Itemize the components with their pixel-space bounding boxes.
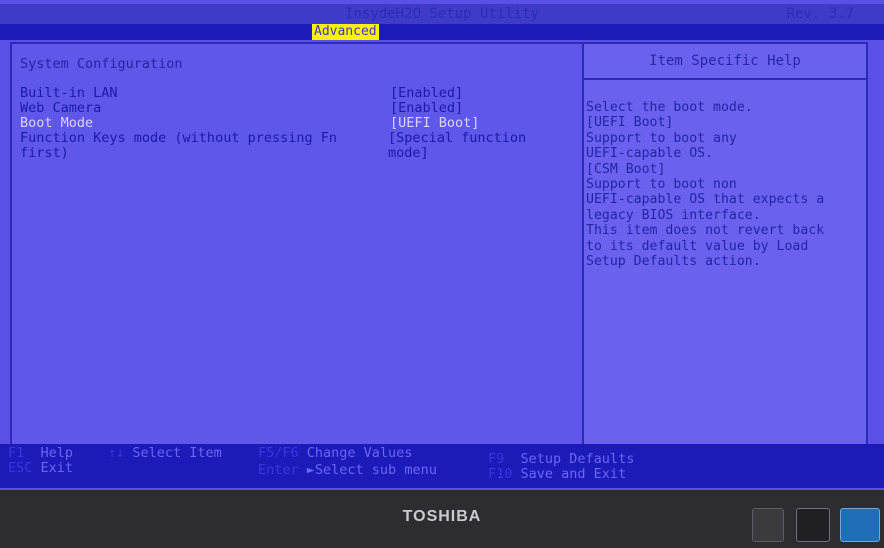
setting-label: Boot Mode (20, 115, 94, 131)
bios-screen: InsydeH2O Setup Utility Rev. 3.7 Advance… (0, 0, 884, 490)
key-label: F10 (488, 466, 513, 482)
key-label: ESC (8, 460, 33, 476)
key-arrows: ↑↓ Select Item (108, 446, 222, 461)
setting-label: Function Keys mode (without pressing Fn … (20, 130, 337, 161)
key-label: Enter (258, 462, 299, 478)
key-desc: Save and Exit (520, 466, 627, 482)
section-title: System Configuration (20, 56, 183, 72)
key-desc: Help (40, 445, 74, 461)
title-bar: InsydeH2O Setup Utility Rev. 3.7 (0, 4, 884, 24)
key-label: F5/F6 (258, 445, 299, 461)
key-f5-f6: F5/F6 Change Values (258, 446, 412, 461)
setting-value[interactable]: [Enabled] (390, 86, 560, 101)
setting-label: Built-in LAN (20, 85, 118, 101)
setting-value[interactable]: [UEFI Boot] (390, 116, 560, 131)
key-help-bar: F1 Help ESC Exit ↑↓ Select Item F5/F6 Ch… (0, 444, 884, 488)
tab-advanced[interactable]: Advanced (312, 24, 379, 40)
key-enter: Enter ►Select sub menu (258, 463, 437, 478)
nvidia-sticker-icon (796, 508, 830, 542)
help-panel: Item Specific Help Select the boot mode.… (582, 42, 868, 446)
key-f9: F9 Setup Defaults (488, 452, 634, 467)
setting-label: Web Camera (20, 100, 102, 116)
key-desc: Change Values (306, 445, 413, 461)
revision-label: Rev. 3.7 (786, 6, 854, 22)
key-desc: Select Item (132, 445, 222, 461)
key-esc: ESC Exit (8, 461, 73, 476)
key-label: F9 (488, 451, 505, 467)
settings-panel: System Configuration Built-in LAN [Enabl… (10, 42, 584, 446)
key-f10: F10 Save and Exit (488, 467, 626, 482)
intel-sticker-icon (840, 508, 880, 542)
key-desc: ►Select sub menu (306, 462, 437, 478)
key-f1: F1 Help (8, 446, 73, 461)
key-label: F1 (8, 445, 25, 461)
energy-star-sticker-icon (752, 508, 784, 542)
menu-bar: Advanced (0, 24, 884, 40)
app-title: InsydeH2O Setup Utility (345, 6, 539, 22)
setting-value[interactable]: [Special function mode] (388, 131, 558, 161)
key-desc: Setup Defaults (520, 451, 635, 467)
help-header: Item Specific Help (584, 44, 866, 80)
key-desc: Exit (40, 460, 74, 476)
help-text: Select the boot mode. [UEFI Boot] Suppor… (586, 100, 825, 270)
setting-value[interactable]: [Enabled] (390, 101, 560, 116)
key-label: ↑↓ (108, 445, 125, 461)
